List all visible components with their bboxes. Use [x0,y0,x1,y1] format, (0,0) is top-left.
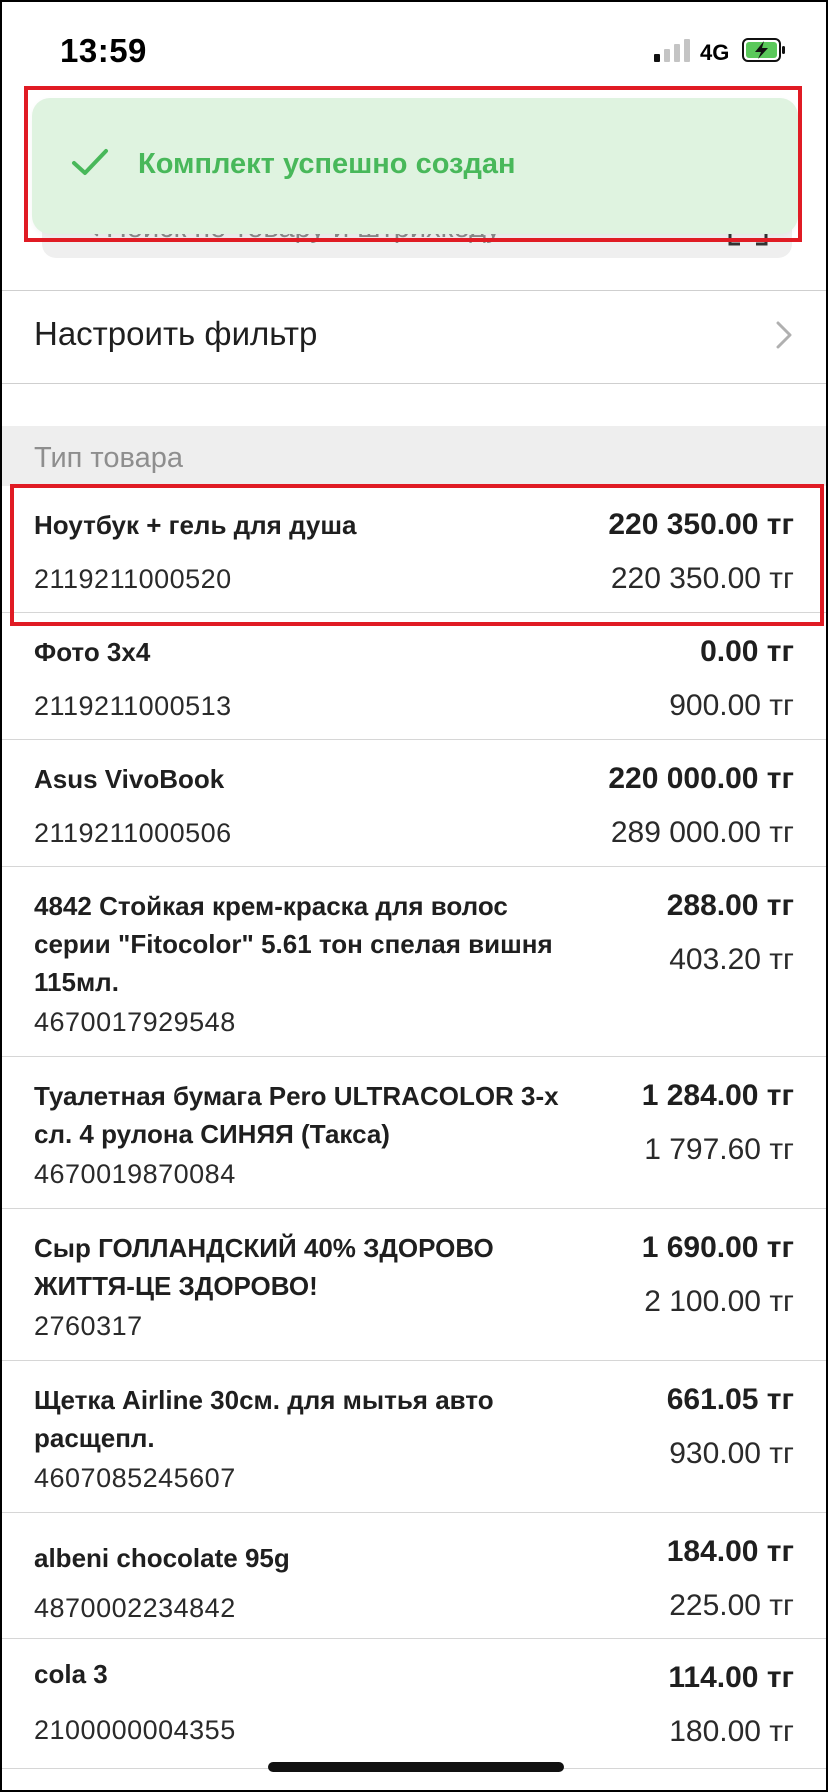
signal-icon [654,38,690,62]
product-row[interactable]: Туалетная бумага Pero ULTRACOLOR 3-х сл.… [2,1057,826,1209]
product-price: 661.05 тг [666,1383,794,1416]
product-barcode: 4670019870084 [34,1159,236,1189]
status-bar: 13:59 4G [2,2,826,98]
product-old-price: 180.00 тг [669,1715,794,1748]
product-barcode: 2760317 [34,1311,143,1341]
product-name: Asus VivoBook [34,764,225,794]
product-old-price: 225.00 тг [669,1589,794,1622]
product-row[interactable]: albeni chocolate 95g 4870002234842 184.0… [2,1513,826,1639]
product-barcode: 4607085245607 [34,1463,236,1493]
product-name: Фото 3x4 [34,637,151,667]
product-row[interactable]: 4842 Стойкая крем-краска для волос серии… [2,867,826,1057]
filter-row[interactable]: Настроить фильтр [2,290,826,384]
product-price: 0.00 тг [700,635,794,668]
network-type: 4G [700,40,730,65]
home-indicator[interactable] [268,1762,564,1772]
chevron-right-icon [776,321,792,349]
highlight-box-toast [24,86,802,242]
product-barcode: 2100000004355 [34,1715,236,1745]
product-row[interactable]: Фото 3x4 2119211000513 0.00 тг 900.00 тг [2,613,826,740]
product-row[interactable]: Asus VivoBook 2119211000506 220 000.00 т… [2,740,826,867]
product-old-price: 2 100.00 тг [644,1285,794,1318]
section-header: Тип товара [2,426,826,486]
product-row[interactable]: Щетка Airline 30см. для мытья авто расще… [2,1361,826,1513]
product-row[interactable]: Сыр ГОЛЛАНДСКИЙ 40% ЗДОРОВО ЖИТТЯ-ЦЕ ЗДО… [2,1209,826,1361]
product-old-price: 1 797.60 тг [644,1133,794,1166]
status-time: 13:59 [60,32,147,69]
product-row[interactable]: cola 3 2100000004355 114.00 тг 180.00 тг [2,1639,826,1769]
product-barcode: 4670017929548 [34,1007,236,1037]
product-price: 220 350.00 тг [608,508,794,541]
product-old-price: 220 350.00 тг [610,562,794,595]
product-name: 4842 Стойкая крем-краска для волос серии… [34,891,553,997]
product-old-price: 289 000.00 тг [610,816,794,849]
product-list: Ноутбук + гель для душа 2119211000520 22… [2,486,826,1769]
product-name: Ноутбук + гель для душа [34,510,357,540]
product-name: Сыр ГОЛЛАНДСКИЙ 40% ЗДОРОВО ЖИТТЯ-ЦЕ ЗДО… [34,1233,494,1301]
product-old-price: 900.00 тг [669,689,794,722]
product-price: 288.00 тг [666,889,794,922]
product-row[interactable]: Ноутбук + гель для душа 2119211000520 22… [2,486,826,613]
product-price: 114.00 тг [668,1661,794,1694]
product-old-price: 930.00 тг [669,1437,794,1470]
product-barcode: 4870002234842 [34,1593,236,1623]
product-barcode: 2119211000513 [34,691,232,721]
filter-label: Настроить фильтр [34,315,318,352]
section-title: Тип товара [34,442,183,474]
product-old-price: 403.20 тг [669,943,794,976]
app-screen: 13:59 4G Поиск по товару и штрихкоду [0,0,828,1792]
product-barcode: 2119211000506 [34,818,232,848]
product-price: 220 000.00 тг [608,762,794,795]
battery-charging-icon [742,38,785,62]
product-barcode: 2119211000520 [34,564,232,594]
product-price: 1 690.00 тг [641,1231,794,1264]
product-name: Туалетная бумага Pero ULTRACOLOR 3-х сл.… [34,1081,559,1149]
product-price: 184.00 тг [666,1535,794,1568]
product-name: cola 3 [34,1659,108,1689]
product-name: albeni chocolate 95g [34,1543,290,1573]
product-name: Щетка Airline 30см. для мытья авто расще… [34,1385,494,1453]
product-price: 1 284.00 тг [641,1079,794,1112]
